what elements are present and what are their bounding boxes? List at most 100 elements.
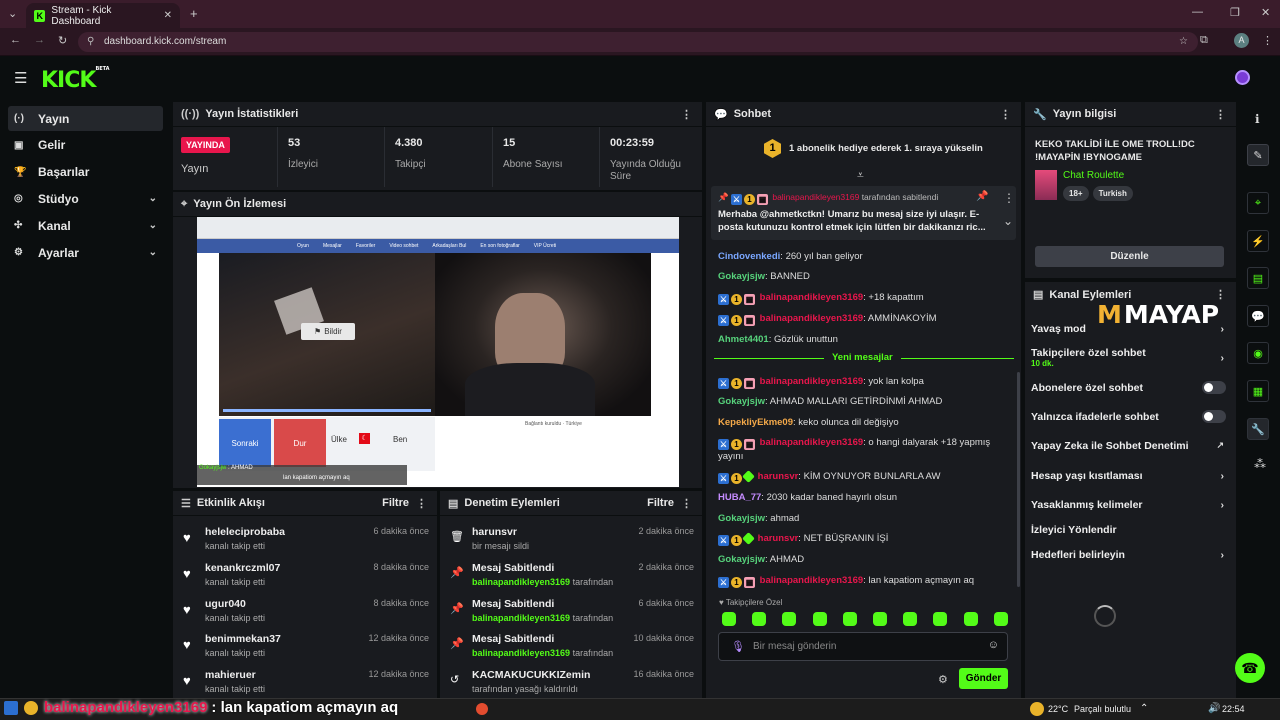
new-tab-icon[interactable]: + [190, 6, 198, 21]
emote-icon[interactable] [873, 612, 887, 626]
moderation-menu-icon[interactable]: ⋮ [681, 497, 692, 510]
nav-item-3[interactable]: ◎ Stüdyo ⌄ [8, 186, 163, 211]
chat-username[interactable]: balinapandikleyen3169 [760, 376, 864, 387]
category-link[interactable]: Chat Roulette [1063, 170, 1124, 181]
chat-menu-icon[interactable]: ⋮ [1000, 108, 1011, 121]
channel-action-row[interactable]: Abonelere özel sohbet [1031, 381, 1226, 396]
emote-icon[interactable] [963, 612, 978, 626]
channel-action-row[interactable]: Takipçilere özel sohbet 10 dk. › [1031, 347, 1226, 368]
chat-settings-gear-icon[interactable]: ⚙ [938, 673, 948, 686]
microphone-icon[interactable]: 🎙 [731, 640, 745, 653]
report-button[interactable]: ⚑ Bildir [301, 323, 355, 340]
pinned-menu-icon[interactable]: ⋮ [1003, 191, 1015, 205]
chat-input[interactable]: 🎙 Bir mesaj gönderin ☺ [718, 632, 1008, 661]
back-icon[interactable]: ← [10, 34, 21, 46]
channel-action-row[interactable]: Hesap yaşı kısıtlaması › [1031, 470, 1226, 484]
info-icon[interactable]: ℹ [1255, 112, 1260, 126]
activity-filter-button[interactable]: Filtre [382, 497, 409, 509]
stats-menu-icon[interactable]: ⋮ [681, 108, 692, 121]
site-info-icon[interactable]: ⚲ [87, 32, 94, 52]
minimize-icon[interactable]: — [1192, 6, 1203, 18]
moderation-user[interactable]: balinapandikleyen3169 [472, 648, 570, 658]
channel-action-row[interactable]: Yalnızca ifadelerle sohbet [1031, 410, 1226, 425]
notes-tool-icon[interactable]: ▤ [1247, 267, 1269, 289]
gender-button[interactable]: Ben [393, 435, 407, 444]
activity-menu-icon[interactable]: ⋮ [416, 497, 427, 510]
chat-username[interactable]: Gokayjsjw [718, 513, 765, 524]
chat-username[interactable]: harunsvr [758, 471, 799, 482]
nav-item-0[interactable]: (·) Yayın [8, 106, 163, 131]
channel-action-row[interactable]: Hedefleri belirleyin › [1031, 549, 1226, 563]
emote-icon[interactable] [903, 612, 918, 626]
chat-tool-icon[interactable]: 💬 [1247, 305, 1269, 327]
edit-button[interactable]: Düzenle [1035, 246, 1224, 267]
lightning-tool-icon[interactable]: ⚡ [1247, 230, 1269, 252]
edit-tool-icon[interactable]: ✎ [1247, 144, 1269, 166]
moderation-filter-button[interactable]: Filtre [647, 497, 674, 509]
tray-chevron-icon[interactable]: ⌃ [1140, 703, 1148, 714]
nav-item-1[interactable]: ▣ Gelir [8, 133, 163, 158]
emote-icon[interactable] [752, 612, 767, 626]
chat-username[interactable]: KepekliyEkme09 [718, 417, 793, 428]
emote-icon[interactable] [993, 612, 1008, 626]
emote-icon[interactable] [812, 612, 827, 626]
bookmark-star-icon[interactable]: ☆ [1179, 32, 1188, 52]
clock[interactable]: 22:54 [1222, 704, 1245, 714]
maximize-icon[interactable]: ❐ [1230, 6, 1240, 19]
user-avatar[interactable] [1235, 70, 1250, 85]
emote-icon[interactable] [842, 612, 857, 626]
stop-button[interactable]: Dur [274, 419, 326, 467]
tag[interactable]: 18+ [1063, 186, 1089, 201]
moderation-user[interactable]: balinapandikleyen3169 [472, 577, 570, 587]
stream-preview-video[interactable]: Oyun Mesajlar Favoriler Video sohbet Arkadaş… [197, 217, 679, 487]
nav-item-2[interactable]: 🏆 Başarılar [8, 160, 163, 185]
channel-action-row[interactable]: Yasaklanmış kelimeler › [1031, 499, 1226, 513]
emote-icon[interactable] [722, 612, 736, 626]
channel-action-row[interactable]: Yapay Zeka ile Sohbet Denetimi ↗ [1031, 440, 1226, 454]
emote-icon[interactable] [933, 612, 948, 626]
toggle-switch[interactable] [1202, 410, 1226, 423]
browser-menu-icon[interactable]: ⋮ [1262, 34, 1273, 47]
toggle-switch[interactable] [1202, 381, 1226, 394]
moderation-user[interactable]: balinapandikleyen3169 [472, 613, 570, 623]
expand-chevron-icon[interactable]: ⌄ [1003, 214, 1013, 228]
extensions-icon[interactable]: ⧉ [1200, 34, 1208, 47]
close-window-icon[interactable]: ✕ [1261, 6, 1270, 19]
forward-icon[interactable]: → [34, 34, 45, 46]
activity-user[interactable]: benimmekan37 [205, 633, 281, 645]
channel-action-row[interactable]: Yavaş mod › [1031, 323, 1226, 337]
channel-action-row[interactable]: İzleyici Yönlendir [1031, 524, 1226, 538]
activity-user[interactable]: heleleciprobaba [205, 526, 285, 538]
stream-info-menu-icon[interactable]: ⋮ [1215, 108, 1226, 121]
kick-logo[interactable]: KICKBETA [41, 66, 110, 93]
chat-username[interactable]: Gokayjsjw [718, 396, 765, 407]
chat-username[interactable]: Ahmet4401 [718, 334, 769, 345]
chat-username[interactable]: HUBA_77 [718, 492, 761, 503]
activity-user[interactable]: mahieruer [205, 669, 256, 681]
activity-user[interactable]: ugur040 [205, 598, 246, 610]
gift-leaderboard[interactable]: 1 1 abonelik hediye ederek 1. sıraya yük… [764, 139, 983, 158]
chat-username[interactable]: harunsvr [758, 533, 799, 544]
tab-search-icon[interactable]: ⌄ [8, 7, 17, 20]
chat-username[interactable]: balinapandikleyen3169 [760, 313, 864, 324]
tab-close-icon[interactable]: ✕ [164, 10, 172, 21]
next-button[interactable]: Sonraki [219, 419, 271, 467]
settings-tool-icon[interactable]: 🔧 [1247, 418, 1269, 440]
chat-username[interactable]: balinapandikleyen3169 [760, 292, 864, 303]
support-chat-icon[interactable]: ☎ [1235, 653, 1265, 683]
broadcast-tool-icon[interactable]: ◉ [1247, 342, 1269, 364]
url-field[interactable]: ⚲ dashboard.kick.com/stream ☆ [78, 32, 1198, 52]
send-button[interactable]: Gönder [959, 668, 1008, 689]
emoji-icon[interactable]: ☺ [988, 639, 999, 651]
profile-avatar[interactable]: A [1234, 33, 1249, 48]
nav-item-5[interactable]: ⚙ Ayarlar ⌄ [8, 240, 163, 265]
tag[interactable]: Turkish [1092, 186, 1133, 201]
unpin-icon[interactable]: 📌 [976, 191, 988, 202]
chat-username[interactable]: balinapandikleyen3169 [760, 437, 864, 448]
chat-username[interactable]: Gokayjsjw [718, 271, 765, 282]
chat-username[interactable]: Cindovenkedi [718, 251, 780, 262]
more-tools-icon[interactable]: ⁂ [1254, 457, 1266, 471]
country-button[interactable]: Ülke [331, 435, 347, 444]
layout-tool-icon[interactable]: ▦ [1247, 380, 1269, 402]
browser-tab[interactable]: K Stream - Kick Dashboard ✕ [26, 3, 180, 28]
